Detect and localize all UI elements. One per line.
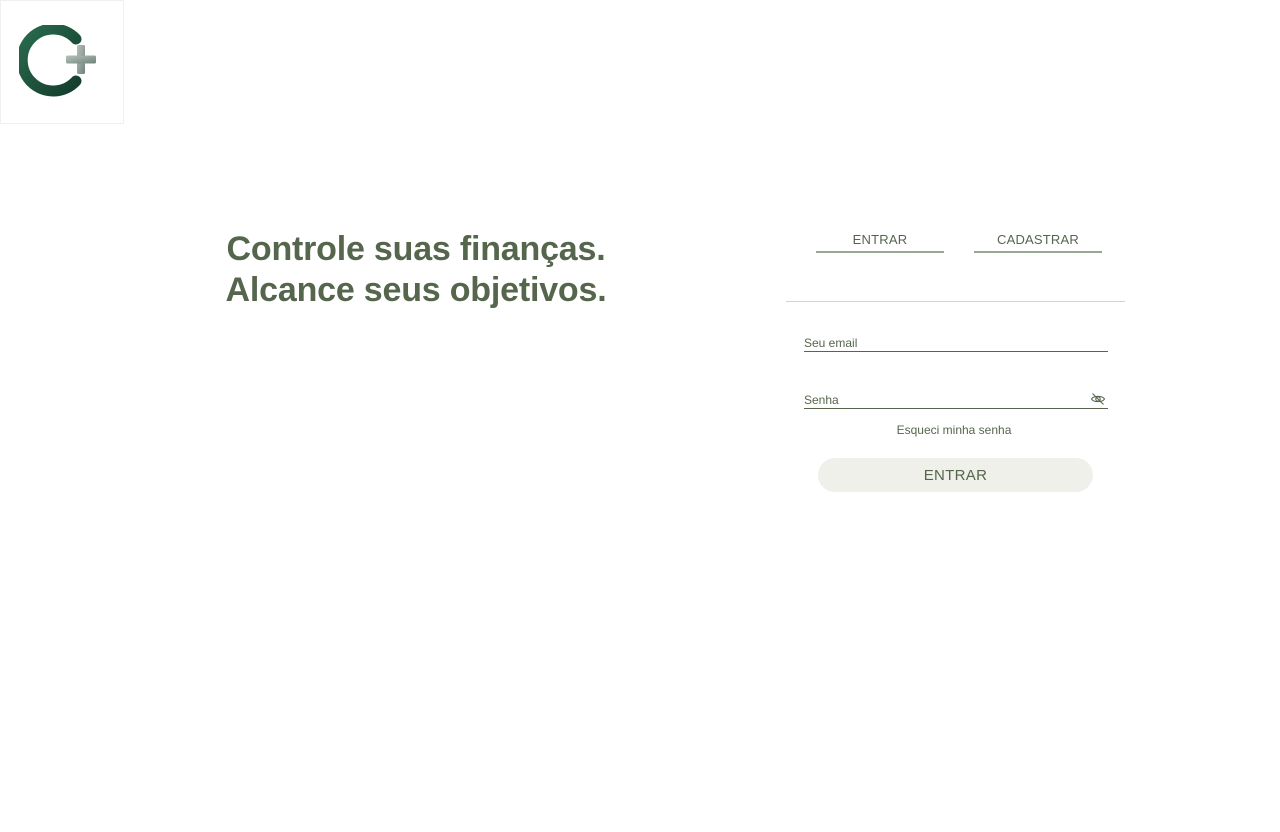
logo-container[interactable] [0,0,124,124]
hero-headline: Controle suas finanças. Alcance seus obj… [200,229,632,311]
forgot-password-link[interactable]: Esqueci minha senha [804,423,1104,437]
form-divider [786,301,1125,302]
hero-line-1: Controle suas finanças. [226,230,606,268]
password-field-wrapper [804,389,1108,409]
email-field[interactable] [804,336,1084,350]
c-plus-logo-icon [19,25,96,97]
auth-tabs: ENTRAR CADASTRAR [816,231,1102,253]
email-field-wrapper [804,332,1108,352]
eye-off-icon[interactable] [1090,391,1106,407]
tab-cadastrar[interactable]: CADASTRAR [974,231,1102,253]
login-page: Controle suas finanças. Alcance seus obj… [0,0,1280,832]
password-field[interactable] [804,393,1084,407]
hero-line-2: Alcance seus objetivos. [225,271,607,309]
tab-entrar[interactable]: ENTRAR [816,231,944,253]
login-submit-button[interactable]: ENTRAR [818,458,1093,492]
